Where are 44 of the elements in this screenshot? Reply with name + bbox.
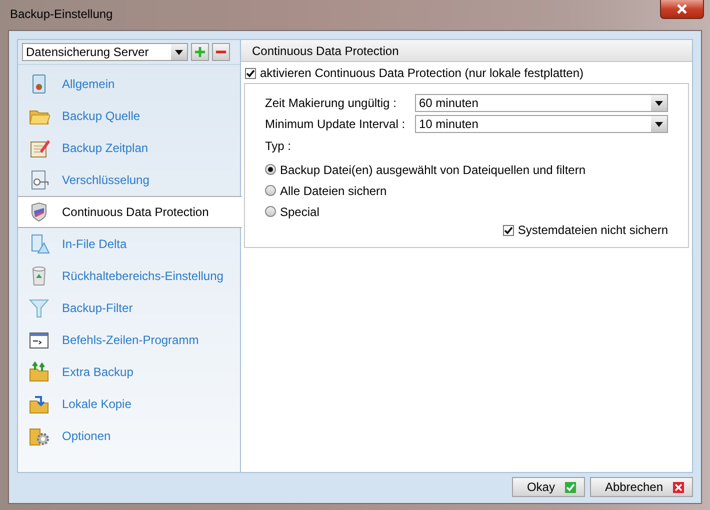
- close-button[interactable]: [660, 0, 704, 19]
- sidebar-item[interactable]: Lokale Kopie: [18, 388, 240, 420]
- caret-icon: [655, 122, 663, 126]
- check-icon: [504, 226, 513, 234]
- system-files-checkbox[interactable]: Systemdateien nicht sichern: [502, 223, 668, 237]
- add-button[interactable]: [191, 43, 209, 61]
- panel-title: Continuous Data Protection: [252, 44, 399, 58]
- sidebar-item[interactable]: Befehls-Zeilen-Programm: [18, 324, 240, 356]
- close-icon: [676, 4, 688, 14]
- caret-icon: [175, 50, 183, 54]
- funnel-icon: [28, 297, 50, 319]
- folder-icon: [28, 393, 50, 415]
- calendar-icon: [28, 137, 50, 159]
- sidebar-item[interactable]: Rückhaltebereichs-Einstellung: [18, 260, 240, 292]
- sidebar-item[interactable]: Optionen: [18, 420, 240, 452]
- enable-checkbox[interactable]: aktivieren Continuous Data Protection (nur lokale festplatten): [245, 66, 689, 80]
- caret-icon: [655, 100, 663, 106]
- plus-icon: [195, 47, 205, 57]
- check-icon: [246, 68, 255, 78]
- type-radio[interactable]: Special: [265, 201, 668, 222]
- interval-dropdown[interactable]: 10 minuten: [415, 115, 668, 133]
- cancel-button[interactable]: Abbrechen: [590, 477, 693, 497]
- sidebar-item[interactable]: Backup Quelle: [18, 100, 240, 132]
- sidebar-item[interactable]: Backup-Filter: [18, 292, 240, 324]
- remove-button[interactable]: [212, 43, 230, 61]
- minus-icon: [216, 50, 226, 54]
- ok-button[interactable]: Okay: [512, 477, 585, 497]
- type-radio[interactable]: Alle Dateien sichern: [265, 180, 668, 201]
- interval-dropdown[interactable]: 60 minuten: [415, 94, 668, 112]
- window-title: Backup-Einstellung: [9, 7, 113, 21]
- sidebar-item[interactable]: Verschlüsselung: [18, 164, 240, 196]
- field-label: Minimum Update Interval :: [265, 117, 406, 131]
- close-icon: [673, 482, 684, 492]
- profile-dropdown[interactable]: Datensicherung Server: [22, 43, 188, 61]
- sidebar-item[interactable]: Extra Backup: [18, 356, 240, 388]
- check-icon: [564, 482, 576, 492]
- type-label: Typ :: [265, 139, 292, 153]
- sidebar-item[interactable]: Backup Zeitplan: [18, 132, 240, 164]
- type-radio[interactable]: Backup Datei(en) ausgewählt von Dateiquellen und filtern: [265, 159, 668, 180]
- field-label: Zeit Makierung ungültig :: [265, 96, 398, 110]
- sidebar-item[interactable]: Continuous Data Protection: [18, 196, 242, 228]
- sidebar-item[interactable]: Allgemein: [18, 68, 240, 100]
- sidebar-item[interactable]: In-File Delta: [18, 228, 240, 260]
- folder-icon: [28, 361, 50, 383]
